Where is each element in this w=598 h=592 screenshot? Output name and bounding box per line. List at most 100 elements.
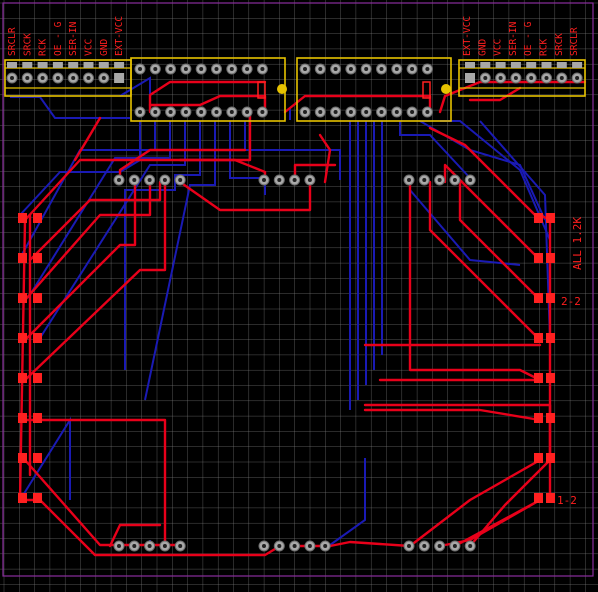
top-trace [468, 86, 522, 102]
right-header-labels: EXT-VCC GND VCC SER-IN OE - G RCK SRCK SRCLR [462, 16, 580, 56]
led-pad-hole [307, 544, 312, 548]
ic-pin-hole [410, 67, 415, 71]
top-trace [458, 180, 542, 302]
smd-pad [546, 413, 555, 423]
header-label: GND [99, 39, 110, 56]
ic-pin-hole [245, 67, 250, 71]
ic-pin-hole [138, 67, 142, 71]
header-label: SRCLR [7, 27, 18, 56]
header-pin-hole [40, 76, 45, 80]
header-pin-tab [7, 62, 17, 68]
smd-pad [33, 453, 42, 463]
ic-pin-hole [229, 110, 234, 114]
top-trace [23, 110, 252, 222]
header-pin-square [465, 73, 475, 83]
header-pin-hole [71, 76, 76, 80]
pcb-board: SRCLR SRCK RCK OE - G SER-IN VCC GND EXT-VCC EX… [0, 0, 598, 592]
led-pad-hole [437, 178, 442, 182]
ic-pin-hole [214, 110, 219, 114]
ic-pin-hole [303, 67, 307, 71]
header-label: OE - G [53, 21, 64, 56]
ic-footprint-right [296, 57, 452, 122]
right-connector-header [458, 59, 586, 97]
top-trace [438, 80, 587, 114]
ic-pin-hole [183, 110, 188, 114]
smd-pad [18, 413, 27, 423]
led-pad-hole [262, 544, 266, 548]
ic-pin-hole [318, 110, 323, 114]
header-label: GND [477, 39, 488, 56]
board-outline [2, 2, 594, 577]
group-label-1-2: 1-2 [557, 494, 577, 507]
led-pad-hole [422, 178, 427, 182]
ic-pin-hole [245, 110, 250, 114]
smd-pad [546, 293, 555, 303]
ic-pin-hole [394, 67, 399, 71]
led-pad-hole [277, 544, 282, 548]
header-label: SER-IN [508, 21, 519, 56]
ic-pin-hole [348, 110, 353, 114]
header-pin-tab [98, 62, 109, 68]
ic-pin-hole [303, 110, 307, 114]
smd-pad [18, 213, 27, 223]
smd-pad [546, 253, 555, 263]
led-pad-hole [422, 544, 427, 548]
smd-pad [546, 213, 555, 223]
pin1-marker [441, 84, 451, 94]
led-pad-hole [452, 544, 457, 548]
smd-pad [33, 293, 42, 303]
ic-pin-hole [153, 67, 158, 71]
smd-resistor-pads [18, 213, 555, 503]
top-trace [363, 408, 542, 422]
smd-pad [18, 493, 27, 503]
smd-pad [534, 413, 543, 423]
header-pin-tab [22, 62, 33, 68]
smd-pad [546, 373, 555, 383]
ic-pin-hole [168, 110, 173, 114]
led-pad-hole [323, 544, 328, 548]
led-pad-hole [407, 178, 411, 182]
led-pad-hole [147, 544, 152, 548]
header-pin-hole [55, 76, 60, 80]
header-pin-tab [83, 62, 94, 68]
top-trace [468, 418, 552, 548]
ic-footprint-left [130, 57, 287, 122]
header-pin-tab [37, 62, 48, 68]
ic-pin-hole [318, 67, 323, 71]
smd-pad [33, 493, 42, 503]
header-pin-tab [465, 62, 475, 68]
led-pad-hole [307, 178, 312, 182]
led-pad-hole [277, 178, 282, 182]
smd-pad [18, 453, 27, 463]
bottom-trace [229, 121, 266, 195]
ic-pin-hole [394, 110, 399, 114]
smd-pad [33, 213, 42, 223]
smd-pad [33, 253, 42, 263]
smd-pad [33, 373, 42, 383]
top-trace [408, 458, 542, 548]
smd-pad [534, 453, 543, 463]
led-pad-hole [468, 178, 473, 182]
led-pad-hole [162, 544, 167, 548]
led-pad-hole [117, 178, 121, 182]
header-pin-square [114, 73, 125, 83]
bottom-trace [329, 458, 366, 546]
header-label: VCC [493, 39, 504, 56]
ic-pin-hole [379, 110, 384, 114]
ic-pin-hole [364, 110, 369, 114]
ic-pin-hole [333, 110, 338, 114]
ic-pin-hole [138, 110, 142, 114]
header-pin-tab [526, 62, 537, 68]
top-trace [178, 180, 312, 212]
left-header-labels: SRCLR SRCK RCK OE - G SER-IN VCC GND EXT-VCC [7, 16, 125, 56]
ic-pin-hole [260, 67, 265, 71]
header-pin-tab [510, 62, 521, 68]
smd-pad [18, 253, 27, 263]
bottom-trace [409, 189, 521, 266]
ic-pin-hole [229, 67, 234, 71]
pcb-canvas: SRCLR SRCK RCK OE - G SER-IN VCC GND EXT-VCC EX… [0, 0, 598, 592]
smd-pad [534, 373, 543, 383]
header-pin-hole [498, 76, 503, 80]
header-label: EXT-VCC [462, 16, 473, 56]
led-pad-hole [132, 544, 137, 548]
